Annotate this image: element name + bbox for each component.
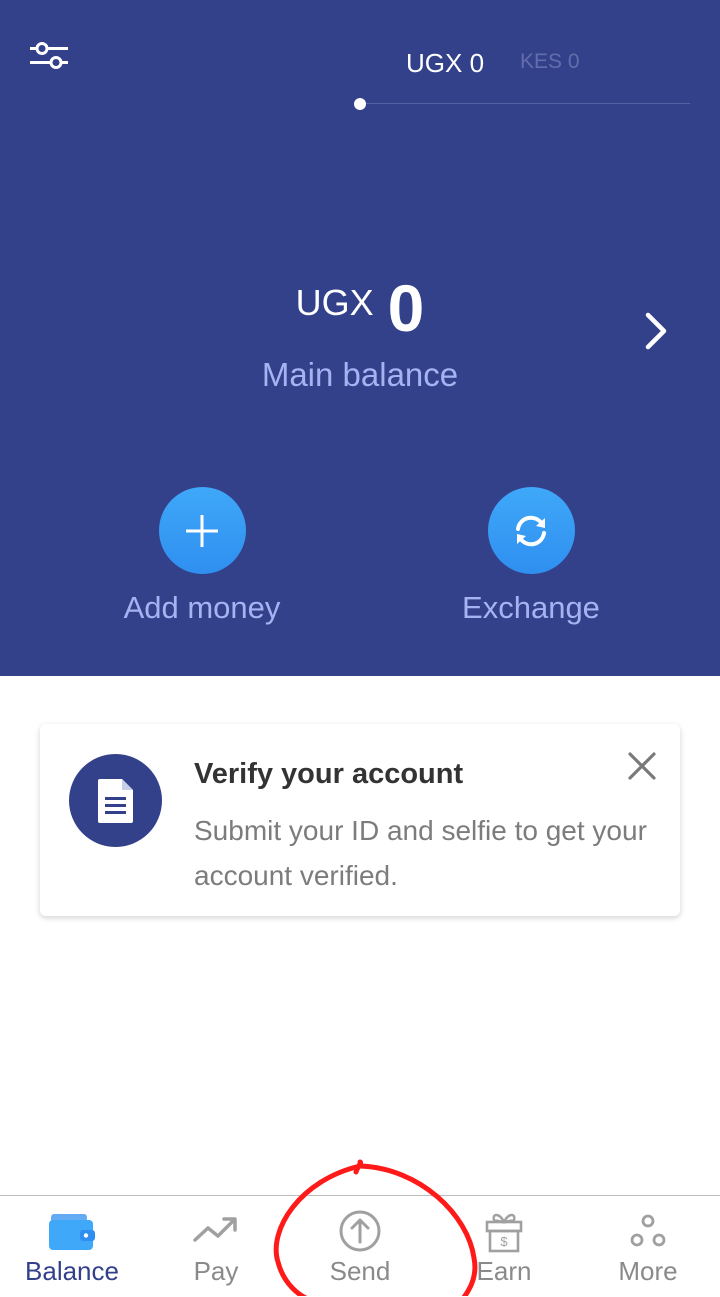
exchange-circle [487, 487, 575, 574]
pager-track [360, 103, 690, 104]
gift-icon: $ [485, 1213, 523, 1253]
document-badge [69, 754, 162, 847]
svg-text:$: $ [500, 1234, 508, 1249]
close-icon [628, 752, 656, 780]
currency-tabs: UGX 0 KES 0 [0, 44, 720, 84]
verify-card-body: Submit your ID and selfie to get your ac… [194, 815, 647, 891]
currency-tab-kes[interactable]: KES 0 [520, 50, 580, 74]
nav-label-more: More [618, 1256, 678, 1286]
plus-icon [186, 514, 218, 547]
balance-header: UGX 0 KES 0 UGX 0 Main balance Add money [0, 0, 720, 676]
nav-pay[interactable]: Pay [144, 1196, 288, 1297]
trend-up-icon [193, 1217, 237, 1242]
currency-tab-ugx[interactable]: UGX 0 [406, 48, 484, 79]
nav-send[interactable]: Send [288, 1196, 432, 1297]
nav-label-earn: Earn [476, 1256, 532, 1286]
add-money-circle [158, 487, 246, 574]
add-money-label: Add money [123, 590, 281, 625]
dots-icon [630, 1214, 666, 1247]
upload-circle-icon [339, 1210, 381, 1252]
document-icon [97, 778, 133, 823]
nav-label-send: Send [329, 1256, 391, 1286]
nav-label-balance: Balance [25, 1256, 119, 1286]
verify-account-card[interactable]: Verify your account Submit your ID and s… [40, 724, 680, 916]
balance-caption: Main balance [261, 356, 459, 393]
exchange-button[interactable]: Exchange [411, 487, 651, 626]
dismiss-card-button[interactable] [624, 748, 660, 784]
nav-label-pay: Pay [193, 1256, 239, 1286]
main-balance: UGX 0 [0, 270, 720, 350]
verify-card-title: Verify your account [194, 758, 464, 790]
nav-earn[interactable]: $ Earn [432, 1196, 576, 1297]
refresh-icon [516, 515, 546, 546]
pager-indicator [354, 98, 366, 110]
balance-currency: UGX [295, 282, 374, 323]
chevron-right-icon [645, 312, 667, 350]
exchange-label: Exchange [462, 590, 600, 625]
nav-balance[interactable]: Balance [0, 1196, 144, 1297]
balance-amount: 0 [387, 271, 425, 345]
wallet-icon [49, 1214, 95, 1250]
bottom-navigation: Balance Pay Send $ Earn More [0, 1195, 720, 1297]
add-money-button[interactable]: Add money [82, 487, 322, 626]
balance-details-button[interactable] [632, 306, 682, 356]
nav-more[interactable]: More [576, 1196, 720, 1297]
